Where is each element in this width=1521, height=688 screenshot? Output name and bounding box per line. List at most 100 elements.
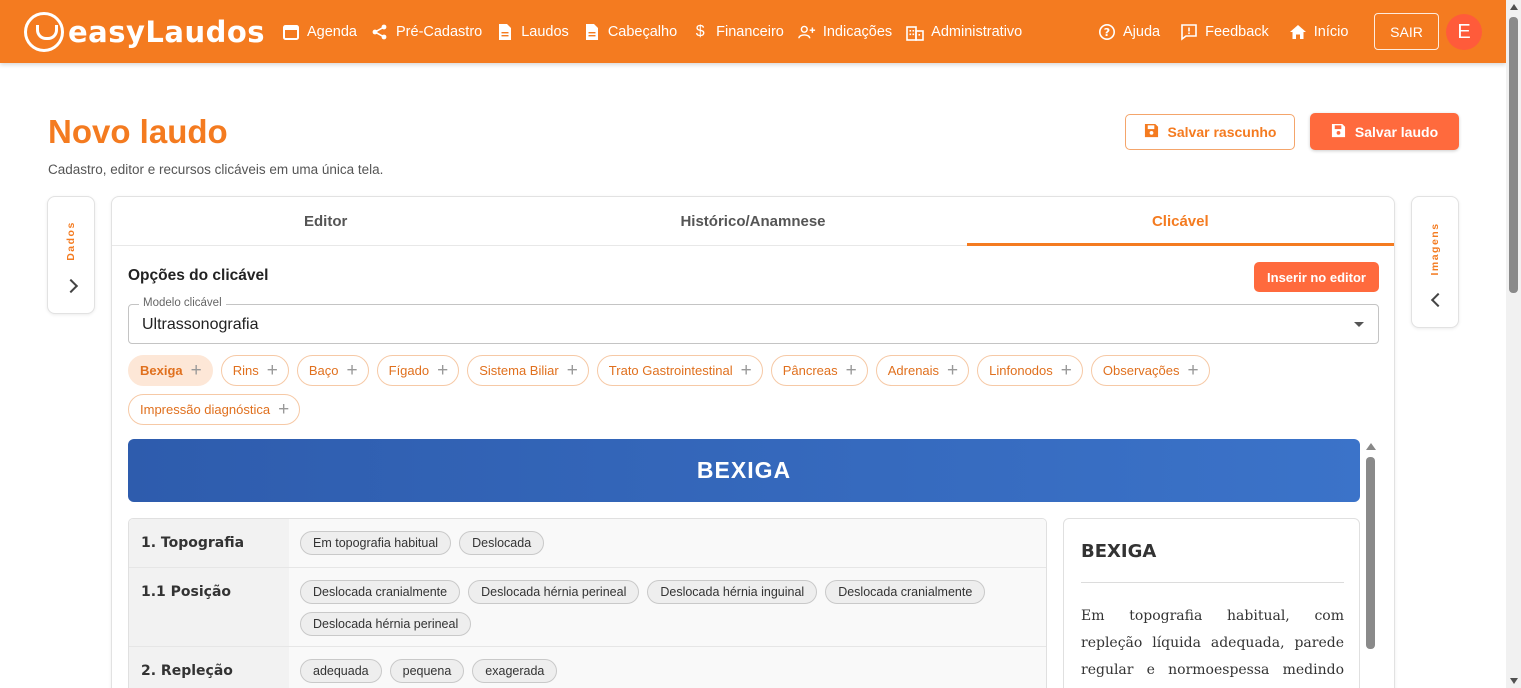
nav-indicacoes[interactable]: Indicações: [798, 23, 892, 41]
section-chip[interactable]: Adrenais +: [875, 355, 970, 386]
nav-agenda[interactable]: Agenda: [282, 23, 357, 41]
option-chip[interactable]: exagerada: [472, 659, 558, 683]
row-options: Deslocada cranialmente Deslocada hérnia …: [289, 568, 1046, 646]
nav-administrativo[interactable]: Administrativo: [906, 23, 1022, 41]
nav-label: Cabeçalho: [607, 23, 678, 40]
insert-into-editor-button[interactable]: Inserir no editor: [1254, 262, 1379, 292]
nav-ajuda[interactable]: ? Ajuda: [1098, 23, 1160, 41]
help-icon: ?: [1098, 23, 1116, 41]
save-draft-button[interactable]: Salvar rascunho: [1125, 114, 1295, 150]
section-chip-label: Sistema Biliar: [479, 363, 559, 378]
logout-button[interactable]: SAIR: [1374, 13, 1439, 50]
nav-label: Laudos: [521, 23, 569, 40]
nav-label: Ajuda: [1123, 23, 1161, 40]
logo-icon: [24, 12, 64, 52]
section-chip-label: Adrenais: [887, 363, 940, 378]
table-row: 1. Topografia Em topografia habitual Des…: [129, 519, 1046, 568]
section-chip[interactable]: Observações +: [1090, 355, 1210, 386]
nav-label: Pré-Cadastro: [396, 23, 483, 40]
save-icon: [1144, 123, 1159, 141]
row-label: 1.1 Posição: [129, 568, 289, 646]
option-chip[interactable]: Deslocada hérnia perineal: [468, 580, 640, 604]
model-select[interactable]: Modelo clicável Ultrassonografia: [128, 297, 1379, 344]
option-chip[interactable]: Em topografia habitual: [300, 531, 452, 555]
section-chip-label: Pâncreas: [782, 363, 838, 378]
plus-icon: +: [740, 360, 752, 381]
svg-text:?: ?: [1104, 26, 1110, 39]
page-subtitle: Cadastro, editor e recursos clicáveis em…: [48, 162, 384, 177]
option-chip[interactable]: adequada: [300, 659, 382, 683]
brand-name: easyLaudos: [68, 15, 266, 49]
nav-pre-cadastro[interactable]: Pré-Cadastro: [371, 23, 482, 41]
plus-icon: +: [1187, 360, 1199, 381]
plus-icon: +: [266, 360, 278, 381]
chevron-right-icon: [63, 278, 79, 294]
add-user-icon: [798, 23, 816, 41]
home-icon: [1289, 23, 1307, 41]
images-panel-toggle[interactable]: Imagens: [1411, 196, 1459, 328]
nav-financeiro[interactable]: $ Financeiro: [691, 23, 784, 41]
option-chip[interactable]: Deslocada cranialmente: [825, 580, 986, 604]
section-chip[interactable]: Impressão diagnóstica +: [128, 394, 301, 425]
nav-cabecalho[interactable]: Cabeçalho: [583, 23, 677, 41]
section-chip[interactable]: Pâncreas +: [770, 355, 868, 386]
nav-inicio[interactable]: Início: [1289, 23, 1349, 41]
data-panel-toggle[interactable]: Dados: [47, 196, 95, 314]
save-report-button[interactable]: Salvar laudo: [1310, 113, 1459, 150]
plus-icon: +: [566, 360, 578, 381]
section-chip-label: Rins: [232, 363, 259, 378]
scroll-up-arrow-icon[interactable]: [1510, 4, 1518, 10]
section-chip[interactable]: Fígado +: [376, 355, 460, 386]
images-panel-label: Imagens: [1429, 222, 1441, 276]
preview-title: BEXIGA: [1081, 541, 1157, 562]
data-panel-label: Dados: [65, 221, 77, 261]
model-select-label: Modelo clicável: [139, 297, 226, 309]
inner-scroll-thumb[interactable]: [1366, 457, 1375, 649]
option-chip[interactable]: Deslocada hérnia inguinal: [647, 580, 818, 604]
dropdown-arrow-icon: [1354, 322, 1364, 327]
calendar-icon: [282, 23, 300, 41]
plus-icon: +: [845, 360, 857, 381]
scroll-down-arrow-icon[interactable]: [1510, 678, 1518, 684]
nav-label: Indicações: [822, 23, 893, 40]
nav-label: Financeiro: [716, 23, 784, 40]
report-card: Editor Histórico/Anamnese Clicável Opçõe…: [111, 196, 1395, 688]
nav-label: Início: [1313, 23, 1349, 40]
brand-logo[interactable]: easyLaudos: [24, 12, 265, 52]
section-chip-label: Impressão diagnóstica: [140, 402, 271, 417]
preview-panel: BEXIGA Em topografia habitual, com reple…: [1063, 518, 1360, 688]
section-chip-label: Bexiga: [140, 363, 183, 378]
tab-clicavel[interactable]: Clicável: [966, 197, 1395, 246]
row-label: 1. Topografia: [129, 519, 289, 567]
scroll-thumb[interactable]: [1509, 17, 1518, 293]
option-chip[interactable]: Deslocada cranialmente: [300, 580, 461, 604]
section-chip[interactable]: Trato Gastrointestinal +: [596, 355, 763, 386]
section-chip[interactable]: Sistema Biliar +: [467, 355, 589, 386]
nav-feedback[interactable]: Feedback: [1180, 23, 1269, 41]
save-icon: [1331, 123, 1346, 141]
option-chip[interactable]: Deslocada hérnia perineal: [300, 612, 472, 636]
page-scrollbar[interactable]: [1506, 0, 1521, 688]
options-table: 1. Topografia Em topografia habitual Des…: [128, 518, 1047, 688]
nav-laudos[interactable]: Laudos: [496, 23, 569, 41]
preview-divider: [1081, 582, 1344, 583]
section-chip-label: Fígado: [388, 363, 430, 378]
option-chip[interactable]: pequena: [389, 659, 465, 683]
plus-icon: +: [278, 399, 290, 420]
section-chip-label: Trato Gastrointestinal: [608, 363, 733, 378]
tab-historico[interactable]: Histórico/Anamnese: [539, 197, 966, 245]
preview-text: Em topografia habitual, com repleção líq…: [1081, 608, 1344, 678]
tab-editor[interactable]: Editor: [112, 197, 539, 245]
section-banner: BEXIGA: [128, 439, 1360, 502]
section-chip[interactable]: Rins +: [220, 355, 289, 386]
model-select-value: Ultrassonografia: [142, 316, 259, 333]
section-chip[interactable]: Bexiga +: [128, 355, 213, 386]
option-chip[interactable]: Deslocada: [459, 531, 545, 555]
section-chip-label: Linfonodos: [989, 363, 1053, 378]
section-chip[interactable]: Linfonodos +: [977, 355, 1083, 386]
section-chip[interactable]: Baço +: [296, 355, 369, 386]
options-title: Opções do clicável: [128, 267, 269, 284]
avatar[interactable]: E: [1446, 14, 1482, 50]
row-label: 2. Repleção: [129, 647, 289, 688]
scroll-up-arrow-icon[interactable]: [1366, 443, 1376, 450]
